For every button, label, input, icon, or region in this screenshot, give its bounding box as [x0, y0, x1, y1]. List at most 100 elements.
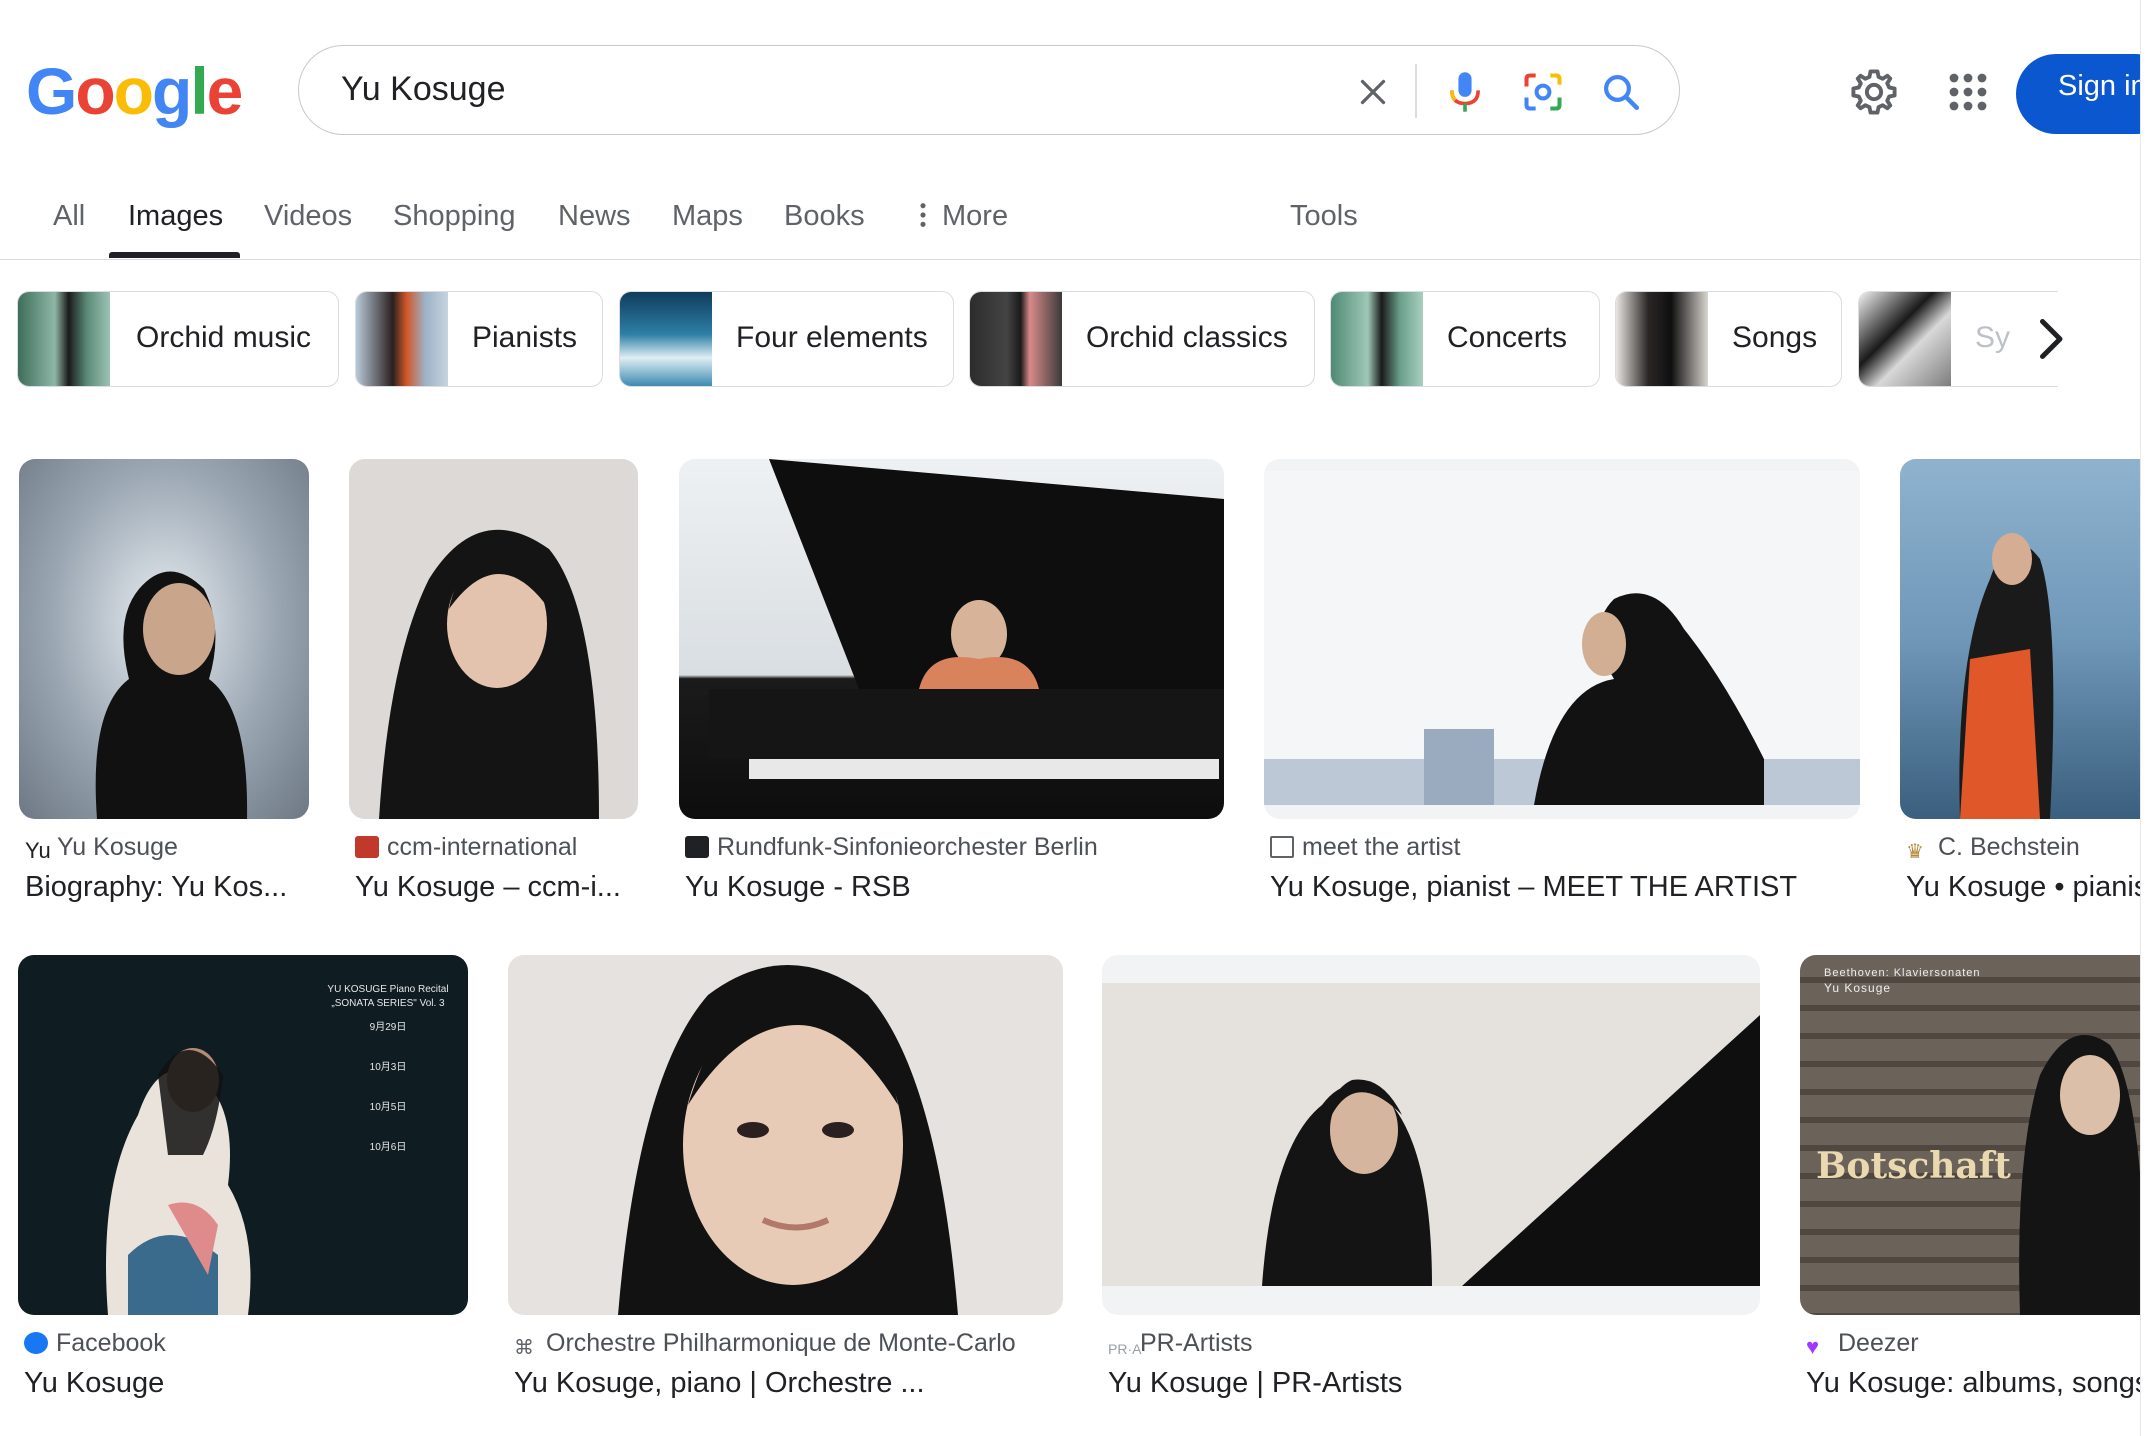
- result-image[interactable]: [19, 459, 309, 819]
- result-title[interactable]: Yu Kosuge, piano | Orchestre ...: [514, 1367, 925, 1400]
- scrollbar[interactable]: [2140, 0, 2154, 1436]
- result-title[interactable]: Yu Kosuge, pianist – MEET THE ARTIST: [1270, 871, 1797, 904]
- image-result[interactable]: Beethoven: Klaviersonaten Yu Kosuge Bots…: [1800, 955, 2140, 1415]
- image-result[interactable]: ♛ C. Bechstein Yu Kosuge • pianis: [1900, 459, 2140, 919]
- gear-icon[interactable]: [1848, 66, 1900, 118]
- result-image[interactable]: [1900, 459, 2140, 819]
- result-source[interactable]: ⌘ Orchestre Philharmonique de Monte-Carlo: [514, 1329, 1016, 1359]
- chip-thumbnail: [970, 292, 1062, 386]
- site-favicon-icon: Yu: [25, 838, 51, 863]
- chip-sy[interactable]: Sy: [1858, 291, 2058, 387]
- site-favicon-icon: [355, 836, 379, 858]
- result-source[interactable]: ♛ C. Bechstein: [1906, 833, 2080, 863]
- chip-label: Four elements: [736, 321, 928, 354]
- active-tab-indicator: [109, 252, 240, 258]
- chip-orchid-music[interactable]: Orchid music: [17, 291, 339, 387]
- result-source[interactable]: Rundfunk-Sinfonieorchester Berlin: [685, 833, 1098, 862]
- chip-orchid-classics[interactable]: Orchid classics: [969, 291, 1315, 387]
- heart-icon: ♥: [1806, 1334, 1820, 1359]
- result-image[interactable]: [349, 459, 638, 819]
- image-result[interactable]: Yu Yu Kosuge Biography: Yu Kos...: [19, 459, 309, 919]
- site-favicon-icon: ⌘: [514, 1337, 534, 1359]
- chip-thumbnail: [620, 292, 712, 386]
- tab-tools[interactable]: Tools: [1290, 200, 1358, 233]
- crown-icon: ♛: [1906, 841, 1924, 863]
- result-source[interactable]: Facebook: [24, 1329, 166, 1358]
- facebook-icon: [24, 1332, 48, 1354]
- chevron-right-icon[interactable]: [2030, 314, 2070, 364]
- chip-thumbnail: [1331, 292, 1423, 386]
- portrait-silhouette: [95, 571, 248, 819]
- site-favicon-icon: PR·A: [1108, 1341, 1142, 1357]
- vertical-dots-icon: [920, 203, 926, 227]
- tab-videos[interactable]: Videos: [264, 200, 352, 233]
- result-image[interactable]: Beethoven: Klaviersonaten Yu Kosuge Bots…: [1800, 955, 2140, 1315]
- portrait-closeup: [618, 965, 958, 1315]
- portrait-silhouette: [1959, 533, 2054, 819]
- tab-maps[interactable]: Maps: [672, 200, 743, 233]
- tab-all[interactable]: All: [53, 200, 85, 233]
- chip-thumbnail: [1616, 292, 1708, 386]
- chip-thumbnail: [1859, 292, 1951, 386]
- search-icon[interactable]: [1595, 66, 1647, 118]
- image-result[interactable]: PR·APR-Artists Yu Kosuge | PR-Artists: [1102, 955, 1760, 1415]
- camera-lens-icon[interactable]: [1517, 66, 1569, 118]
- result-title[interactable]: Yu Kosuge • pianis: [1906, 871, 2140, 904]
- result-title[interactable]: Yu Kosuge - RSB: [685, 871, 911, 904]
- result-source[interactable]: ccm-international: [355, 833, 577, 862]
- search-box[interactable]: Yu Kosuge: [298, 45, 1680, 135]
- apps-grid-icon[interactable]: [1944, 68, 1992, 116]
- microphone-icon[interactable]: [1439, 66, 1491, 118]
- result-image[interactable]: [1102, 955, 1760, 1315]
- piano-scene: [709, 459, 1224, 779]
- chip-label: Songs: [1732, 321, 1818, 354]
- chip-label: Pianists: [472, 321, 578, 354]
- result-image[interactable]: [1264, 459, 1860, 819]
- piano-portrait: [1102, 983, 1760, 1286]
- chip-concerts[interactable]: Concerts: [1330, 291, 1600, 387]
- result-title[interactable]: Yu Kosuge: albums, songs: [1806, 1367, 2140, 1400]
- chip-label: Sy: [1975, 321, 2011, 354]
- chip-pianists[interactable]: Pianists: [355, 291, 603, 387]
- sign-in-button[interactable]: Sign in: [2016, 54, 2154, 134]
- chip-label: Concerts: [1447, 321, 1568, 354]
- close-icon[interactable]: [1347, 66, 1399, 118]
- poster-text: YU KOSUGE Piano Recital „SONATA SERIES" …: [327, 984, 449, 1153]
- search-tabs: All Images Videos Shopping News Maps Boo…: [0, 190, 2154, 260]
- chip-four-elements[interactable]: Four elements: [619, 291, 954, 387]
- portrait-silhouette: [1264, 471, 1860, 805]
- album-cover: [2019, 1035, 2140, 1315]
- tab-shopping[interactable]: Shopping: [393, 200, 516, 233]
- result-source[interactable]: ♥ Deezer: [1806, 1329, 1919, 1359]
- result-title[interactable]: Yu Kosuge | PR-Artists: [1108, 1367, 1402, 1400]
- image-result[interactable]: ccm-international Yu Kosuge – ccm-i...: [349, 459, 638, 919]
- result-source[interactable]: meet the artist: [1270, 833, 1460, 862]
- tab-books[interactable]: Books: [784, 200, 865, 233]
- search-input[interactable]: Yu Kosuge: [341, 70, 505, 109]
- chip-songs[interactable]: Songs: [1615, 291, 1842, 387]
- image-result[interactable]: Rundfunk-Sinfonieorchester Berlin Yu Kos…: [679, 459, 1224, 919]
- tab-images[interactable]: Images: [128, 200, 223, 233]
- site-favicon-icon: [685, 836, 709, 858]
- tab-news[interactable]: News: [558, 200, 631, 233]
- image-result[interactable]: YU KOSUGE Piano Recital „SONATA SERIES" …: [18, 955, 468, 1415]
- result-title[interactable]: Yu Kosuge: [24, 1367, 164, 1400]
- result-title[interactable]: Biography: Yu Kos...: [25, 871, 287, 904]
- result-image[interactable]: [679, 459, 1224, 819]
- chip-label: Orchid classics: [1086, 321, 1288, 354]
- result-source[interactable]: PR·APR-Artists: [1108, 1329, 1253, 1363]
- result-title[interactable]: Yu Kosuge – ccm-i...: [355, 871, 621, 904]
- google-logo[interactable]: Google: [26, 58, 243, 124]
- chip-thumbnail: [356, 292, 448, 386]
- result-image[interactable]: [508, 955, 1063, 1315]
- site-favicon-icon: [1270, 836, 1294, 858]
- result-image[interactable]: YU KOSUGE Piano Recital „SONATA SERIES" …: [18, 955, 468, 1315]
- chip-label: Orchid music: [136, 321, 312, 354]
- tab-more[interactable]: More: [918, 200, 1008, 233]
- image-result[interactable]: ⌘ Orchestre Philharmonique de Monte-Carlo…: [508, 955, 1063, 1415]
- tabs-divider: [0, 259, 2140, 260]
- result-source[interactable]: Yu Yu Kosuge: [25, 833, 178, 863]
- image-result[interactable]: meet the artist Yu Kosuge, pianist – MEE…: [1264, 459, 1860, 919]
- portrait-silhouette: [379, 529, 599, 819]
- chip-thumbnail: [18, 292, 110, 386]
